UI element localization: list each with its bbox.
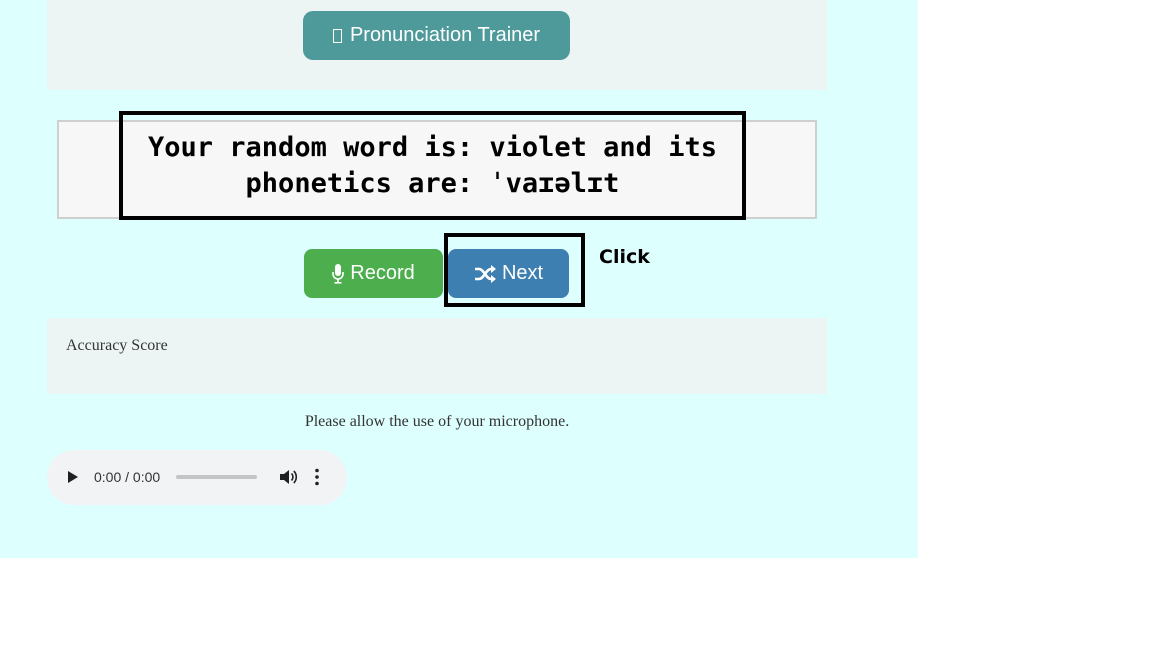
random-word-text: Your random word is: violet and its phon… [148, 130, 717, 202]
record-button-label: Record [350, 262, 415, 284]
app-title-label: Pronunciation Trainer [349, 24, 541, 46]
word-highlight-box: Your random word is: violet and its phon… [119, 111, 746, 220]
audio-seek-bar[interactable] [176, 475, 257, 479]
audio-time-display: 0:00 / 0:00 [94, 469, 161, 485]
app-area: Pronunciation Trainer Your random word i… [0, 0, 918, 558]
accuracy-score-panel: Accuracy Score [47, 318, 827, 394]
microphone-notice: Please allow the use of your microphone. [304, 413, 570, 430]
next-button-label: Next [501, 262, 544, 284]
microphone-icon [332, 263, 345, 284]
record-button[interactable]: Record [304, 249, 443, 298]
audio-player: 0:00 / 0:00 [47, 450, 347, 505]
volume-icon[interactable] [280, 469, 298, 485]
next-button[interactable]: Next [448, 249, 569, 298]
shuffle-icon [474, 264, 496, 283]
click-annotation: Click [599, 246, 650, 268]
play-icon[interactable] [68, 471, 78, 483]
random-word-line-1: Your random word is: violet and its [148, 131, 717, 163]
random-word-line-2: phonetics are: ˈvaɪəlɪt [245, 167, 620, 199]
app-title-button[interactable]: Pronunciation Trainer [303, 11, 570, 60]
missing-glyph-icon [332, 29, 342, 43]
accuracy-score-label: Accuracy Score [66, 337, 168, 354]
more-options-icon[interactable] [315, 468, 319, 486]
